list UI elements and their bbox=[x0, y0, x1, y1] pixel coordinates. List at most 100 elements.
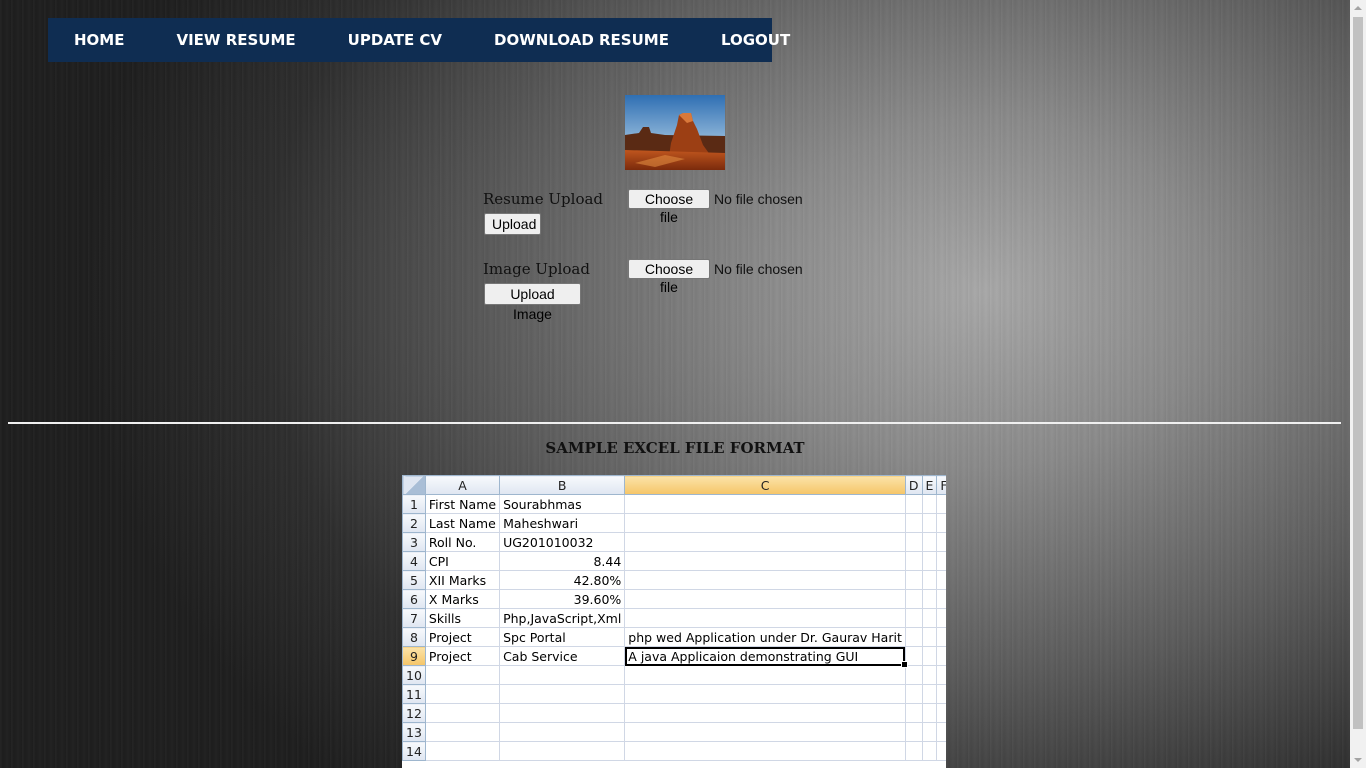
sheet-cell bbox=[921, 532, 938, 552]
sheet-cell bbox=[904, 494, 923, 514]
sheet-cell bbox=[424, 741, 501, 761]
sheet-row: 1 First Name Sourabhmas bbox=[402, 494, 946, 514]
sheet-cell bbox=[921, 646, 938, 666]
sheet-row: 4 CPI 8.44 bbox=[402, 551, 946, 571]
sheet-cell bbox=[936, 570, 946, 590]
sheet-cell: 39.60% bbox=[499, 589, 626, 609]
sheet-corner bbox=[402, 475, 426, 495]
sheet-cell: 42.80% bbox=[499, 570, 626, 590]
column-header: F bbox=[936, 475, 946, 495]
sheet-cell bbox=[424, 665, 501, 685]
row-header: 9 bbox=[402, 646, 426, 666]
scroll-thumb[interactable] bbox=[1353, 17, 1363, 729]
sheet-cell bbox=[936, 494, 946, 514]
sample-format-title: SAMPLE EXCEL FILE FORMAT bbox=[545, 439, 805, 457]
sheet-cell bbox=[904, 627, 923, 647]
sheet-cell: Spc Portal bbox=[499, 627, 626, 647]
vertical-scrollbar[interactable] bbox=[1350, 0, 1366, 768]
row-header: 14 bbox=[402, 741, 426, 761]
sheet-cell bbox=[904, 532, 923, 552]
sheet-cell: First Name bbox=[424, 494, 501, 514]
sheet-cell bbox=[499, 741, 626, 761]
sheet-row: 5 XII Marks 42.80% bbox=[402, 570, 946, 590]
sheet-cell bbox=[936, 608, 946, 628]
sheet-cell bbox=[499, 722, 626, 742]
sheet-cell bbox=[624, 532, 906, 552]
sheet-cell bbox=[904, 570, 923, 590]
sheet-cell bbox=[921, 513, 938, 533]
column-header: E bbox=[921, 475, 938, 495]
scroll-up-arrow-icon[interactable] bbox=[1350, 0, 1366, 16]
sheet-cell bbox=[624, 665, 906, 685]
sheet-cell: Last Name bbox=[424, 513, 501, 533]
sheet-row: 13 bbox=[402, 722, 946, 742]
sheet-cell: Sourabhmas bbox=[499, 494, 626, 514]
sheet-cell bbox=[921, 665, 938, 685]
row-header: 2 bbox=[402, 513, 426, 533]
sheet-cell bbox=[936, 532, 946, 552]
row-header: 10 bbox=[402, 665, 426, 685]
row-header: 8 bbox=[402, 627, 426, 647]
row-header: 7 bbox=[402, 608, 426, 628]
row-header: 1 bbox=[402, 494, 426, 514]
sheet-cell bbox=[921, 608, 938, 628]
sheet-cell: Cab Service bbox=[499, 646, 626, 666]
image-upload-button[interactable]: Upload Image bbox=[484, 283, 581, 322]
sheet-cell: UG201010032 bbox=[499, 532, 626, 552]
resume-upload-button[interactable]: Upload bbox=[484, 213, 541, 235]
sheet-cell bbox=[499, 684, 626, 704]
sheet-cell bbox=[624, 513, 906, 533]
sheet-cell bbox=[921, 589, 938, 609]
sheet-cell: Php,JavaScript,Xml bbox=[499, 608, 626, 628]
sheet-cell bbox=[904, 684, 923, 704]
sheet-cell bbox=[936, 741, 946, 761]
sheet-cell bbox=[936, 627, 946, 647]
sheet-cell bbox=[921, 722, 938, 742]
image-choose-file-button[interactable]: Choose file bbox=[628, 259, 710, 295]
scroll-down-arrow-icon[interactable] bbox=[1350, 752, 1366, 768]
sheet-cell bbox=[921, 627, 938, 647]
sheet-row: 7 Skills Php,JavaScript,Xml bbox=[402, 608, 946, 628]
row-header: 12 bbox=[402, 703, 426, 723]
sheet-row: 3 Roll No. UG201010032 bbox=[402, 532, 946, 552]
sheet-cell bbox=[936, 551, 946, 571]
resume-choose-file-button[interactable]: Choose file bbox=[628, 189, 710, 225]
nav-home[interactable]: HOME bbox=[48, 18, 150, 62]
sheet-cell bbox=[904, 722, 923, 742]
resume-file-status: No file chosen bbox=[714, 191, 803, 207]
sheet-cell: XII Marks bbox=[424, 570, 501, 590]
row-header: 13 bbox=[402, 722, 426, 742]
row-header: 3 bbox=[402, 532, 426, 552]
column-header: B bbox=[499, 475, 626, 495]
column-header: D bbox=[904, 475, 923, 495]
nav-download-resume[interactable]: DOWNLOAD RESUME bbox=[468, 18, 695, 62]
sheet-cell bbox=[936, 684, 946, 704]
sheet-cell bbox=[624, 589, 906, 609]
sheet-cell bbox=[904, 608, 923, 628]
nav-view-resume[interactable]: VIEW RESUME bbox=[150, 18, 321, 62]
sheet-cell: CPI bbox=[424, 551, 501, 571]
sheet-cell bbox=[936, 646, 946, 666]
column-header: A bbox=[424, 475, 501, 495]
sheet-cell bbox=[936, 722, 946, 742]
sheet-cell bbox=[624, 494, 906, 514]
row-header: 5 bbox=[402, 570, 426, 590]
sheet-cell: Skills bbox=[424, 608, 501, 628]
sheet-cell: 8.44 bbox=[499, 551, 626, 571]
sheet-cell bbox=[904, 589, 923, 609]
sheet-cell bbox=[624, 722, 906, 742]
row-header: 4 bbox=[402, 551, 426, 571]
sheet-cell bbox=[624, 703, 906, 723]
sample-sheet-grid: A B C D E F G 1First NameSourabhmas2Last… bbox=[402, 475, 946, 761]
sheet-cell bbox=[499, 703, 626, 723]
sheet-cell bbox=[624, 741, 906, 761]
sheet-cell bbox=[921, 551, 938, 571]
sheet-column-header-row: A B C D E F G bbox=[402, 475, 946, 495]
row-header: 11 bbox=[402, 684, 426, 704]
sheet-row: 6X Marks 39.60% bbox=[402, 589, 946, 609]
nav-logout[interactable]: LOGOUT bbox=[695, 18, 816, 62]
sheet-cell bbox=[424, 703, 501, 723]
sheet-row: 14 bbox=[402, 741, 946, 761]
nav-update-cv[interactable]: UPDATE CV bbox=[322, 18, 468, 62]
sheet-cell bbox=[936, 665, 946, 685]
